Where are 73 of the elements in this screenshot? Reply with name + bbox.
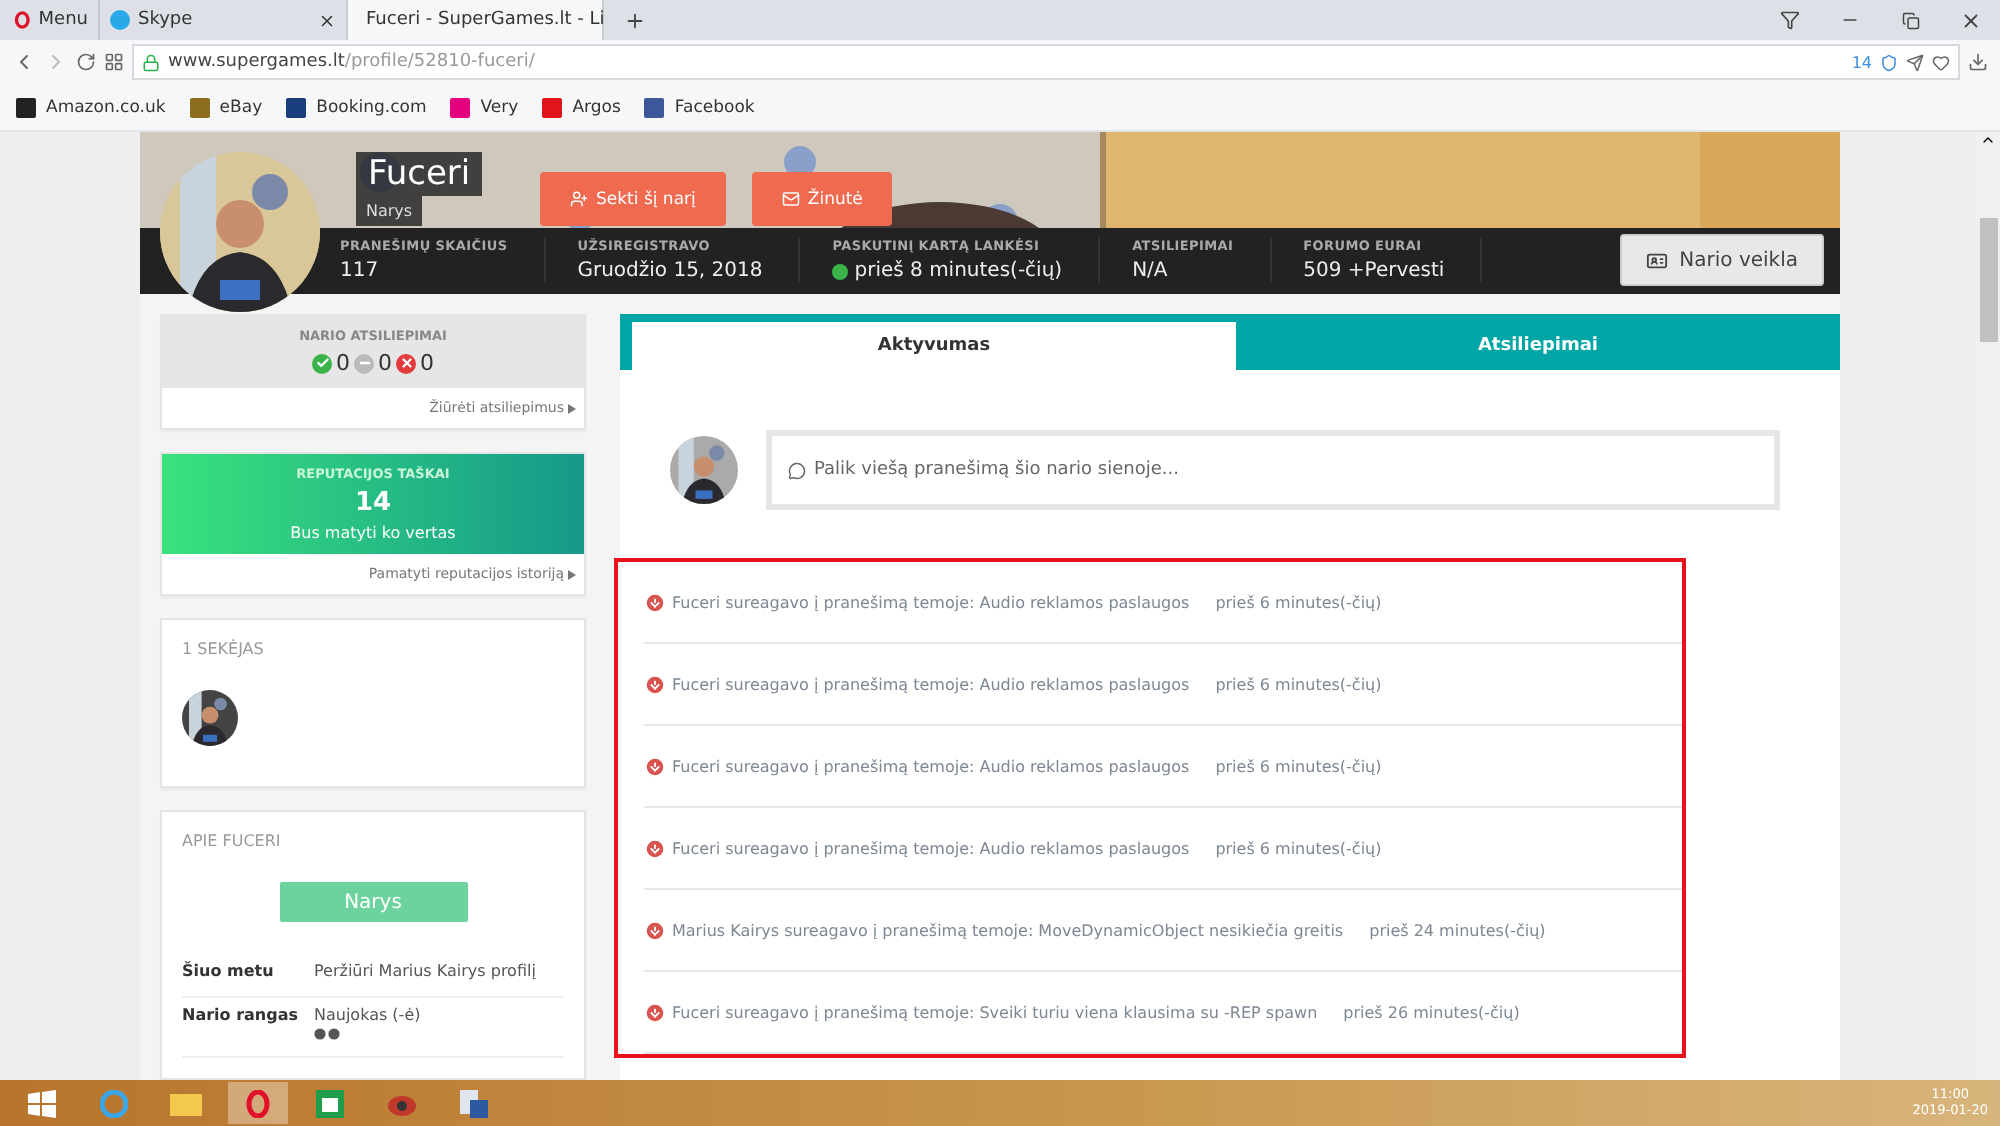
close-icon[interactable] [1959, 9, 1981, 31]
lock-icon [142, 53, 160, 71]
activity-time: prieš 6 minutes(-čių) [1215, 839, 1382, 857]
opera-logo-icon [14, 10, 31, 30]
reaction-icon [644, 919, 666, 941]
activity-time: prieš 6 minutes(-čių) [1215, 757, 1382, 775]
reaction-icon [644, 837, 666, 859]
activity-button[interactable]: Nario veikla [1619, 234, 1824, 287]
scroll-up-icon[interactable] [1980, 132, 1996, 148]
activity-text[interactable]: Fuceri sureagavo į pranešimą temoje: Audio reklamos paslaugos [672, 839, 1190, 857]
stat-value: 509 +Pervesti [1303, 260, 1445, 283]
stat-value: Gruodžio 15, 2018 [577, 260, 763, 283]
reputation-caption: Bus matyti ko vertas [290, 524, 456, 542]
rank-dots-icon [314, 1028, 340, 1040]
post-field[interactable]: Palik viešą pranešimą šio nario sienoje... [766, 430, 1780, 510]
bookmark[interactable]: Booking.com [286, 97, 427, 117]
bookmark[interactable]: Amazon.co.uk [16, 97, 166, 117]
card-title: 1 SEKĖJAS [182, 640, 266, 658]
url-text: www.supergames.lt/profile/52810-fuceri/ [168, 52, 535, 72]
negative-count: 0 [420, 350, 434, 376]
activity-text[interactable]: Fuceri sureagavo į pranešimą temoje: Audio reklamos paslaugos [672, 757, 1190, 775]
activity-text[interactable]: Fuceri sureagavo į pranešimą temoje: Audio reklamos paslaugos [672, 593, 1190, 611]
reaction-icon [644, 591, 666, 613]
reaction-icon [644, 1001, 666, 1023]
speed-dial-icon[interactable] [104, 52, 124, 72]
new-tab-icon[interactable] [623, 9, 645, 31]
card-title: APIE FUCERI [182, 832, 283, 850]
cross-icon [396, 353, 416, 373]
stat-value: prieš 8 minutes(-čių) [854, 260, 1063, 283]
send-icon[interactable] [1906, 53, 1924, 71]
minus-icon [354, 353, 374, 373]
activity-text[interactable]: Marius Kairys sureagavo į pranešimą temoje: MoveDynamicObject nesikiečia greitis [672, 921, 1344, 939]
stat-value: 117 [340, 260, 379, 283]
info-label: Nario rangas [182, 1006, 300, 1028]
reputation-points: 14 [354, 488, 392, 518]
stat-value: N/A [1132, 260, 1168, 283]
check-icon [312, 353, 332, 373]
content-tab[interactable]: Aktyvumas [632, 322, 1236, 370]
activity-time: prieš 6 minutes(-čių) [1215, 593, 1382, 611]
address-field[interactable]: www.supergames.lt/profile/52810-fuceri/ 14 [132, 44, 1960, 80]
group-badge: Narys [279, 882, 467, 922]
bookmark[interactable]: Argos [542, 97, 621, 117]
reaction-icon [644, 673, 666, 695]
heart-icon[interactable] [1932, 53, 1950, 71]
bookmark[interactable]: Facebook [644, 97, 755, 117]
bookmark[interactable]: eBay [189, 97, 263, 117]
id-card-icon [1645, 249, 1668, 272]
tab-menu-icon[interactable] [1780, 10, 1800, 30]
neutral-count: 0 [378, 350, 392, 376]
activity-time: prieš 24 minutes(-čių) [1369, 921, 1546, 939]
caret-icon [568, 569, 576, 579]
comment-icon [788, 461, 806, 479]
activity-text[interactable]: Fuceri sureagavo į pranešimą temoje: Sveiki turiu viena klausima su -REP spawn [672, 1003, 1318, 1021]
reload-icon[interactable] [76, 52, 96, 72]
post-placeholder: Palik viešą pranešimą šio nario sienoje... [814, 460, 1179, 480]
activity-time: prieš 6 minutes(-čių) [1215, 675, 1382, 693]
scrollbar-thumb[interactable] [1979, 218, 1997, 342]
close-icon[interactable] [318, 11, 336, 29]
reaction-icon [644, 755, 666, 777]
activity-text[interactable]: Fuceri sureagavo į pranešimą temoje: Audio reklamos paslaugos [672, 675, 1190, 693]
info-label: Šiuo metu [182, 962, 276, 980]
info-value: Peržiūri Marius Kairys profilį [314, 962, 538, 980]
activity-time: prieš 26 minutes(-čių) [1343, 1003, 1520, 1021]
bookmark[interactable]: Very [450, 97, 519, 117]
download-icon[interactable] [1968, 52, 1988, 72]
caret-icon [568, 403, 576, 413]
skype-logo-icon [110, 10, 130, 30]
browser-tab[interactable]: Fuceri - SuperGames.lt - Li [348, 0, 604, 40]
positive-count: 0 [336, 350, 350, 376]
tracker-count: 14 [1851, 53, 1872, 71]
restore-icon[interactable] [1901, 11, 1919, 29]
shield-icon[interactable] [1880, 53, 1898, 71]
info-value: Naujokas (-ė) [314, 1006, 423, 1024]
